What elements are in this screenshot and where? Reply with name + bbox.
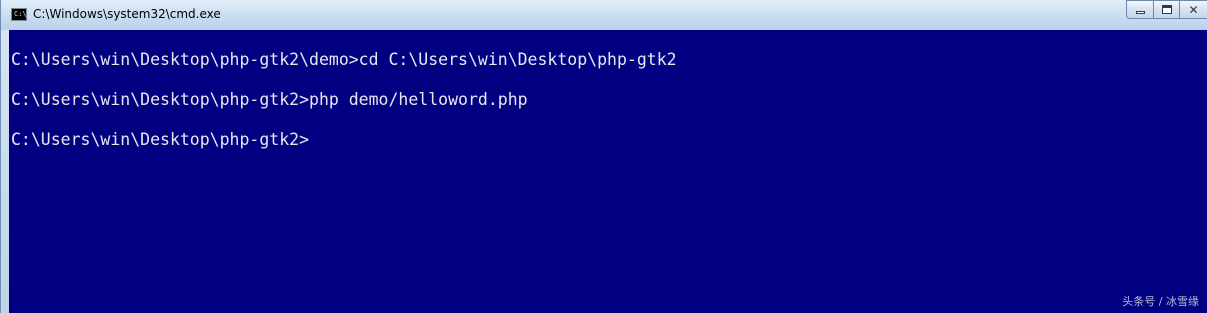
- console-output[interactable]: C:\Users\win\Desktop\php-gtk2\demo>cd C:…: [9, 30, 1207, 313]
- close-button[interactable]: ✕: [1179, 0, 1207, 19]
- cmd-window: C:\ C:\Windows\system32\cmd.exe ✕ C:\Use…: [0, 0, 1207, 313]
- maximize-icon: [1161, 5, 1172, 14]
- window-controls: ✕: [1126, 0, 1207, 19]
- cmd-icon[interactable]: C:\: [11, 8, 27, 21]
- console-line-php: C:\Users\win\Desktop\php-gtk2>php demo/h…: [11, 90, 528, 109]
- minimize-button[interactable]: [1126, 0, 1153, 19]
- maximize-button[interactable]: [1153, 0, 1179, 19]
- console-prompt: C:\Users\win\Desktop\php-gtk2>: [11, 130, 310, 149]
- window-title: C:\Windows\system32\cmd.exe: [33, 7, 221, 21]
- minimize-icon: [1135, 10, 1145, 14]
- title-bar[interactable]: C:\ C:\Windows\system32\cmd.exe ✕: [1, 0, 1207, 30]
- console-line-cd: C:\Users\win\Desktop\php-gtk2\demo>cd C:…: [11, 50, 677, 69]
- watermark-text: 头条号 / 冰雪缘: [1122, 295, 1199, 308]
- close-icon: ✕: [1188, 2, 1199, 17]
- cmd-icon-glyph: C:\: [14, 10, 27, 18]
